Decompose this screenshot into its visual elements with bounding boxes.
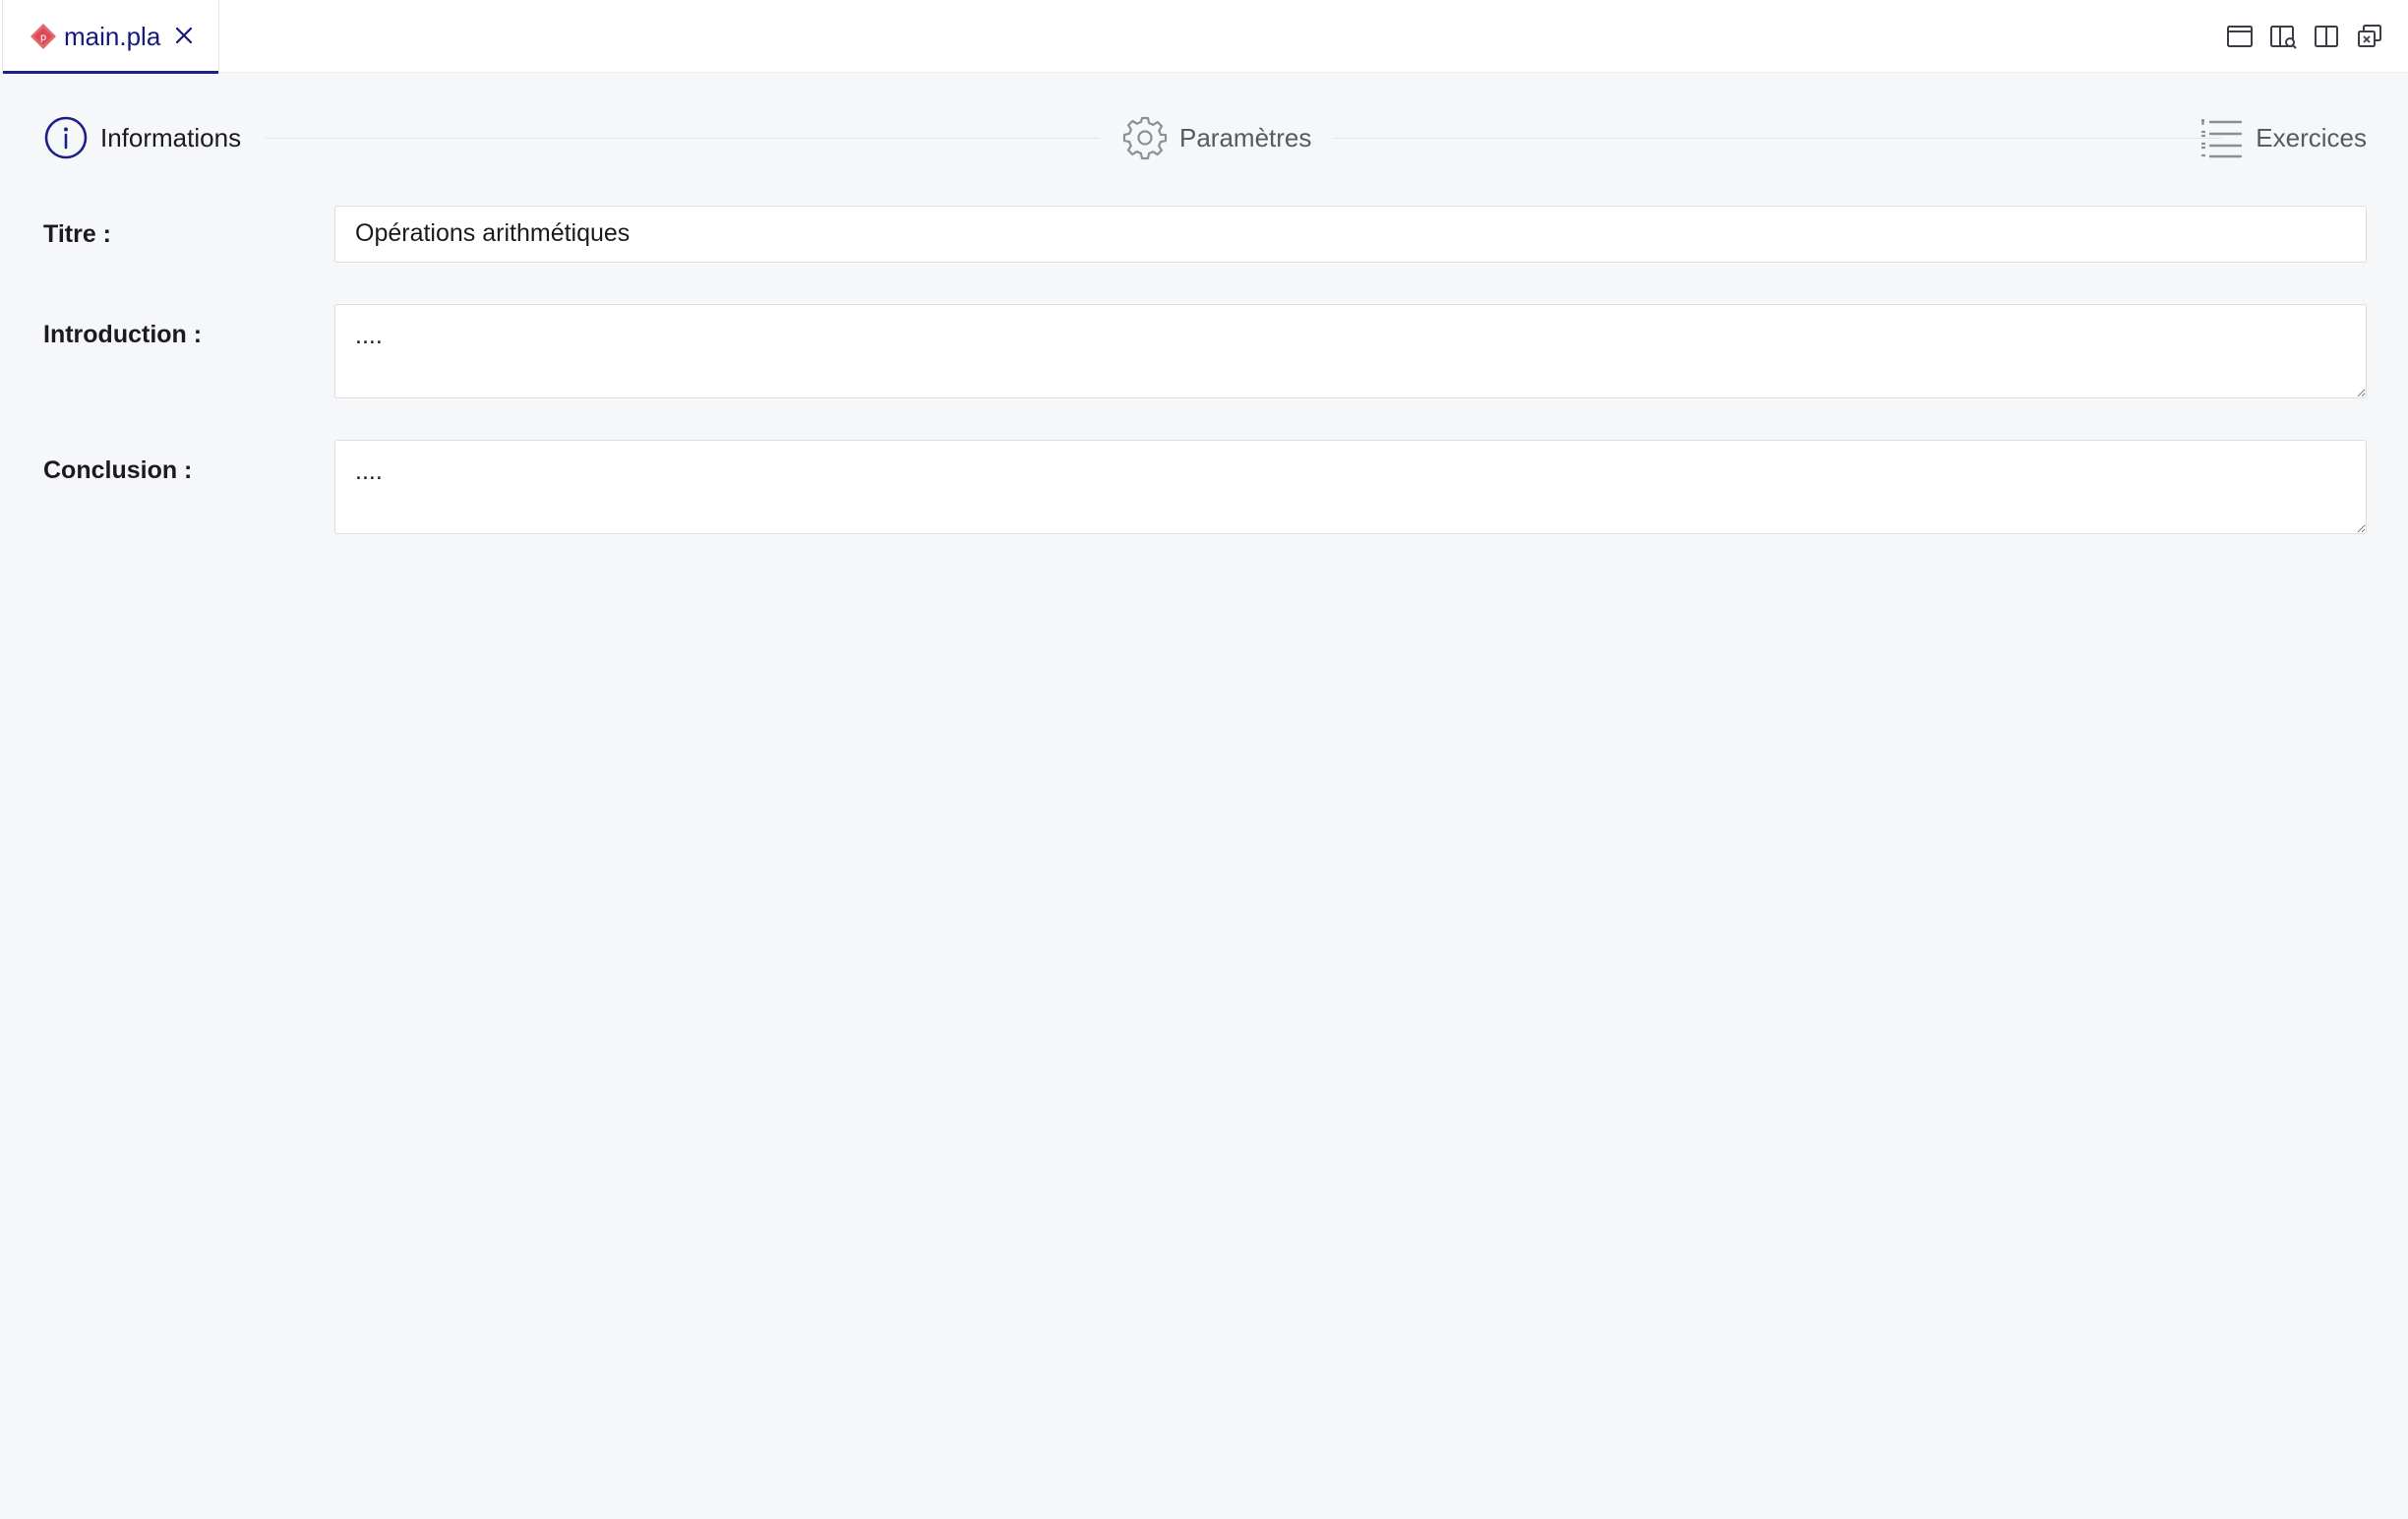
conclusion-row: Conclusion : .... [43,440,2367,534]
step-exercices[interactable]: Exercices [2198,108,2367,167]
list-icon [2201,119,2243,158]
tab-label: main.pla [64,22,161,51]
step-informations[interactable]: Informations [43,108,241,167]
close-others-icon[interactable] [2355,22,2384,51]
gear-icon [1122,116,1168,160]
titre-row: Titre : Opérations arithmétiques [43,206,2367,263]
pla-file-icon: p [30,24,56,49]
single-panel-icon[interactable] [2225,22,2255,51]
titre-input[interactable]: Opérations arithmétiques [334,206,2367,263]
step-parametres[interactable]: Paramètres [1122,108,1311,167]
introduction-textarea[interactable]: .... [334,304,2367,398]
step-label: Informations [100,123,242,152]
svg-text:p: p [40,32,46,43]
split-columns-icon[interactable] [2312,22,2341,51]
split-panel-preview-icon[interactable] [2268,22,2298,51]
step-connector [1334,138,2223,139]
titre-label: Titre : [43,220,111,248]
step-label: Exercices [2256,123,2367,152]
step-connector [266,138,1100,139]
close-icon[interactable] [172,24,196,47]
conclusion-label: Conclusion : [43,456,193,484]
info-circle-icon [44,116,88,159]
editor-tab-bar: p main.pla [0,0,2408,74]
introduction-label: Introduction : [43,321,203,348]
conclusion-textarea[interactable]: .... [334,440,2367,534]
introduction-row: Introduction : .... [43,304,2367,398]
layout-controls [2225,22,2384,51]
step-label: Paramètres [1179,123,1312,152]
tab-main-pla[interactable]: p main.pla [2,0,219,74]
